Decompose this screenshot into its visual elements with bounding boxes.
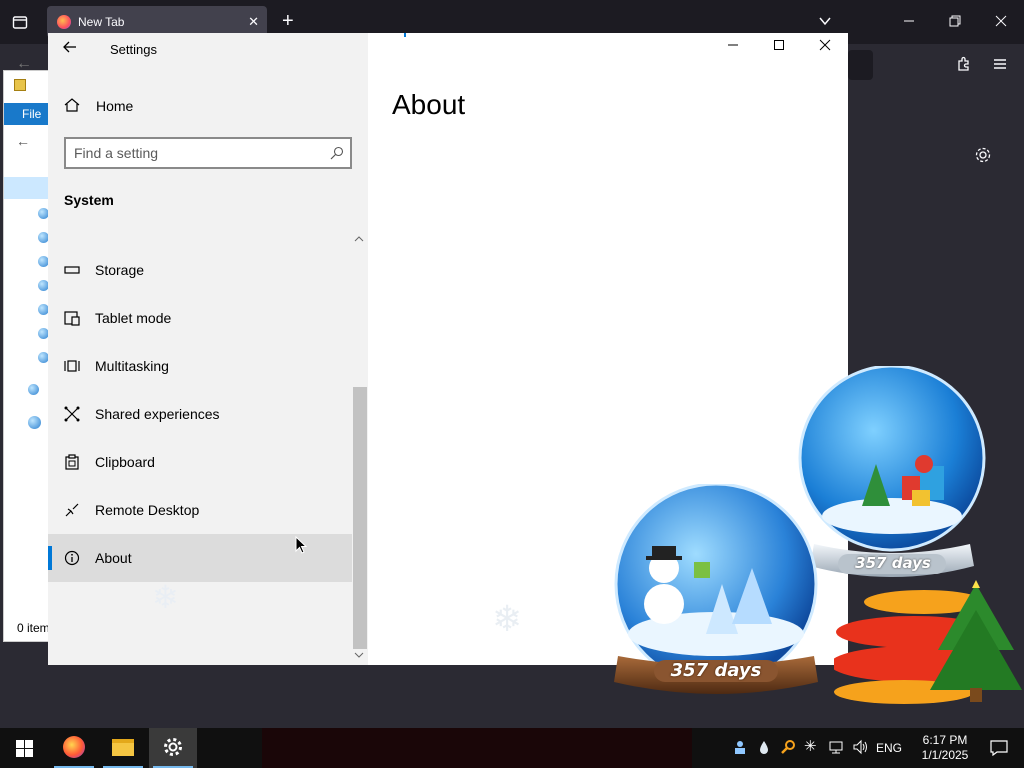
- customize-gear-icon[interactable]: [974, 146, 992, 168]
- scrollbar-thumb[interactable]: [353, 387, 367, 649]
- tablet-mode-icon: [64, 310, 80, 326]
- search-box[interactable]: [64, 137, 352, 169]
- snow-globe-2: 357 days: [794, 364, 994, 588]
- droplet-icon[interactable]: [756, 739, 772, 755]
- minimize-icon[interactable]: [902, 14, 916, 32]
- taskbar-background-art: [262, 728, 692, 768]
- storage-icon: [64, 262, 80, 278]
- settings-gear-icon: [163, 737, 183, 762]
- nav-item-tablet-mode[interactable]: Tablet mode: [48, 294, 352, 342]
- nav-item-label: Storage: [95, 262, 145, 278]
- nav-item-label: Shared experiences: [95, 406, 220, 422]
- new-tab-button[interactable]: +: [282, 11, 294, 31]
- nav-item-label: About: [95, 550, 132, 566]
- snowflake-tray-icon[interactable]: ✳: [804, 739, 820, 755]
- restore-icon[interactable]: [948, 14, 962, 32]
- nav-item-clipboard[interactable]: Clipboard: [48, 438, 352, 486]
- days-counter-text: 357 days: [855, 554, 931, 572]
- taskbar-file-explorer[interactable]: [99, 728, 147, 768]
- file-explorer-window: File ← 0 item: [3, 70, 54, 642]
- accent-line: [404, 33, 406, 37]
- nav-item-multitasking[interactable]: Multitasking: [48, 342, 352, 390]
- snowflake-icon: ❄: [492, 598, 523, 639]
- selected-tree-item[interactable]: [4, 177, 54, 199]
- window-title: Settings: [110, 42, 157, 57]
- start-button[interactable]: [0, 728, 48, 768]
- taskbar-firefox[interactable]: [50, 728, 98, 768]
- nav-item-shared-experiences[interactable]: Shared experiences: [48, 390, 352, 438]
- clipboard-icon: [64, 454, 80, 470]
- nav-item-label: Clipboard: [95, 454, 155, 470]
- nav-item-storage[interactable]: Storage: [48, 246, 352, 294]
- item-count: 0 item: [17, 621, 50, 635]
- search-icon[interactable]: [330, 146, 344, 160]
- home-label: Home: [96, 98, 134, 114]
- explorer-back-icon[interactable]: ←: [16, 133, 30, 149]
- clock-time[interactable]: 6:17 PM: [916, 733, 974, 748]
- file-menu[interactable]: File: [4, 103, 54, 125]
- nav-item-label: Remote Desktop: [95, 502, 200, 518]
- info-icon: [64, 550, 80, 566]
- search-tool-icon[interactable]: [780, 739, 796, 755]
- back-button[interactable]: [62, 39, 78, 60]
- tab-list-icon[interactable]: [818, 14, 832, 32]
- home-nav-item[interactable]: Home: [48, 89, 368, 121]
- days-counter-text: 357 days: [670, 660, 762, 681]
- mouse-cursor-icon: [295, 535, 308, 559]
- windows-logo-icon: [16, 740, 33, 757]
- clock-date[interactable]: 1/1/2025: [916, 748, 974, 763]
- url-bar[interactable]: [848, 50, 873, 80]
- nav-item-remote-desktop[interactable]: Remote Desktop: [48, 486, 352, 534]
- minimize-button[interactable]: [718, 39, 748, 59]
- firefox-view-icon[interactable]: [12, 14, 28, 34]
- nav-item-label: Tablet mode: [95, 310, 172, 326]
- scroll-down-arrow-icon[interactable]: [353, 649, 365, 664]
- christmas-tree-decoration: [830, 580, 1024, 710]
- tab-title: New Tab: [78, 15, 125, 29]
- network-icon[interactable]: [828, 739, 844, 755]
- remote-desktop-icon: [64, 502, 80, 518]
- nav-item-label: Multitasking: [95, 358, 169, 374]
- taskbar-settings[interactable]: [149, 728, 197, 768]
- globe-icon: [28, 416, 41, 429]
- volume-icon[interactable]: [852, 739, 868, 755]
- search-input[interactable]: [74, 143, 314, 163]
- extensions-icon[interactable]: [956, 56, 972, 76]
- page-heading: About: [392, 89, 466, 120]
- snow-globe-1: 357 days: [612, 482, 822, 706]
- home-icon: [64, 97, 80, 113]
- notification-icon[interactable]: [990, 740, 1008, 757]
- selected-indicator: [48, 546, 52, 570]
- close-icon[interactable]: [994, 14, 1008, 32]
- language-indicator[interactable]: ENG: [876, 741, 902, 755]
- firefox-logo-icon: [57, 15, 71, 29]
- user-network-icon[interactable]: [732, 739, 748, 755]
- settings-nav-pane: Settings Home System Storage Tablet mode: [48, 33, 368, 665]
- shared-experiences-icon: [64, 406, 80, 422]
- maximize-button[interactable]: [764, 39, 794, 59]
- file-explorer-icon: [112, 739, 134, 756]
- explorer-quick-access-icon[interactable]: [14, 79, 26, 91]
- section-title: System: [64, 192, 114, 208]
- firefox-icon: [63, 736, 85, 758]
- menu-icon[interactable]: [992, 56, 1008, 76]
- scroll-up-arrow-icon[interactable]: [353, 233, 365, 248]
- close-button[interactable]: [810, 39, 840, 59]
- multitasking-icon: [64, 358, 80, 374]
- taskbar: ✳ ENG 6:17 PM 1/1/2025: [0, 728, 1024, 768]
- snowflake-icon: ❄: [152, 579, 179, 615]
- network-icon: [28, 384, 39, 395]
